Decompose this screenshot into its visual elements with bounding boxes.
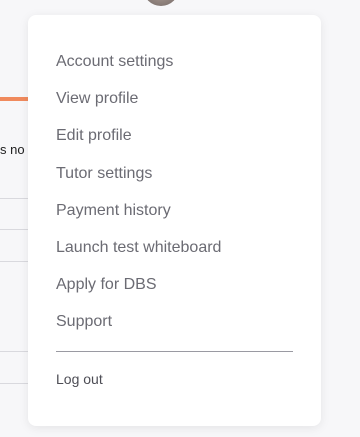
menu-item-tutor-settings[interactable]: Tutor settings: [56, 165, 152, 183]
menu-item-apply-for-dbs[interactable]: Apply for DBS: [56, 276, 156, 294]
background-text: s no: [0, 142, 25, 157]
menu-item-account-settings[interactable]: Account settings: [56, 53, 173, 71]
menu-item-support[interactable]: Support: [56, 313, 112, 331]
menu-item-payment-history[interactable]: Payment history: [56, 202, 171, 220]
menu-item-edit-profile[interactable]: Edit profile: [56, 127, 132, 145]
logout-button[interactable]: Log out: [56, 371, 103, 387]
menu-divider: [56, 351, 293, 352]
menu-item-launch-test-whiteboard[interactable]: Launch test whiteboard: [56, 239, 221, 257]
menu-item-view-profile[interactable]: View profile: [56, 90, 138, 108]
account-dropdown-menu: Account settings View profile Edit profi…: [28, 15, 321, 426]
